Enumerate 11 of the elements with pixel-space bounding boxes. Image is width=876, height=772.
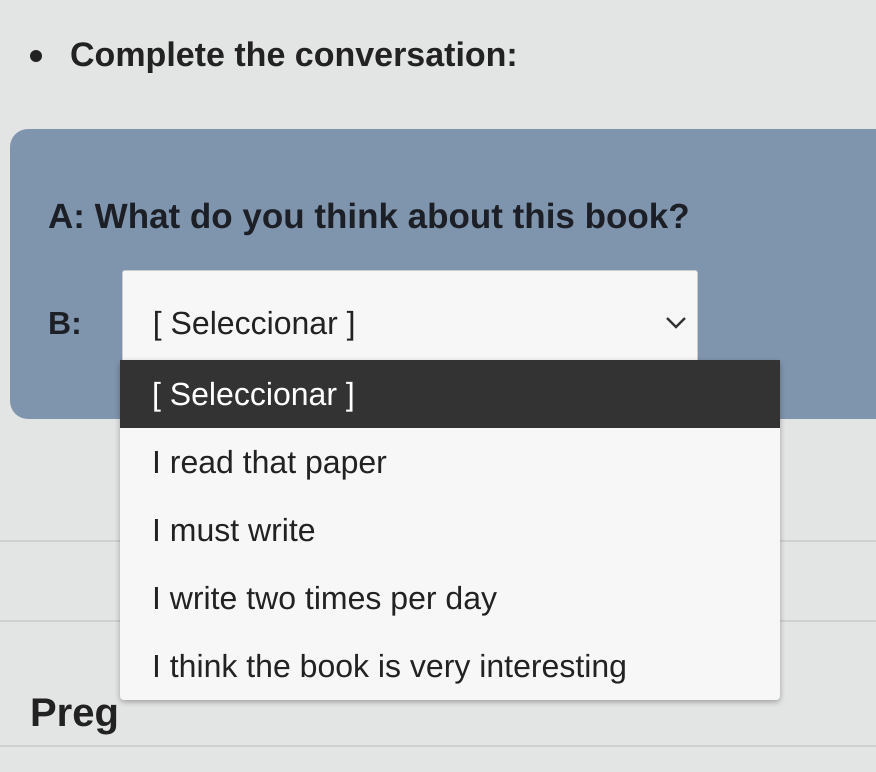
speaker-label: B: bbox=[48, 304, 82, 342]
dropdown-option[interactable]: I write two times per day bbox=[120, 564, 780, 632]
instruction-text: Complete the conversation: bbox=[70, 35, 518, 76]
dropdown-option[interactable]: [ Seleccionar ] bbox=[120, 360, 780, 428]
question-text: A: What do you think about this book? bbox=[48, 196, 691, 238]
bullet-icon bbox=[30, 50, 42, 62]
dropdown-option[interactable]: I must write bbox=[120, 496, 780, 564]
chevron-icon bbox=[664, 316, 687, 330]
dropdown-option[interactable]: I read that paper bbox=[120, 428, 780, 496]
dropdown-option[interactable]: I think the book is very interesting bbox=[120, 632, 780, 700]
section-heading: Preg bbox=[30, 690, 119, 737]
